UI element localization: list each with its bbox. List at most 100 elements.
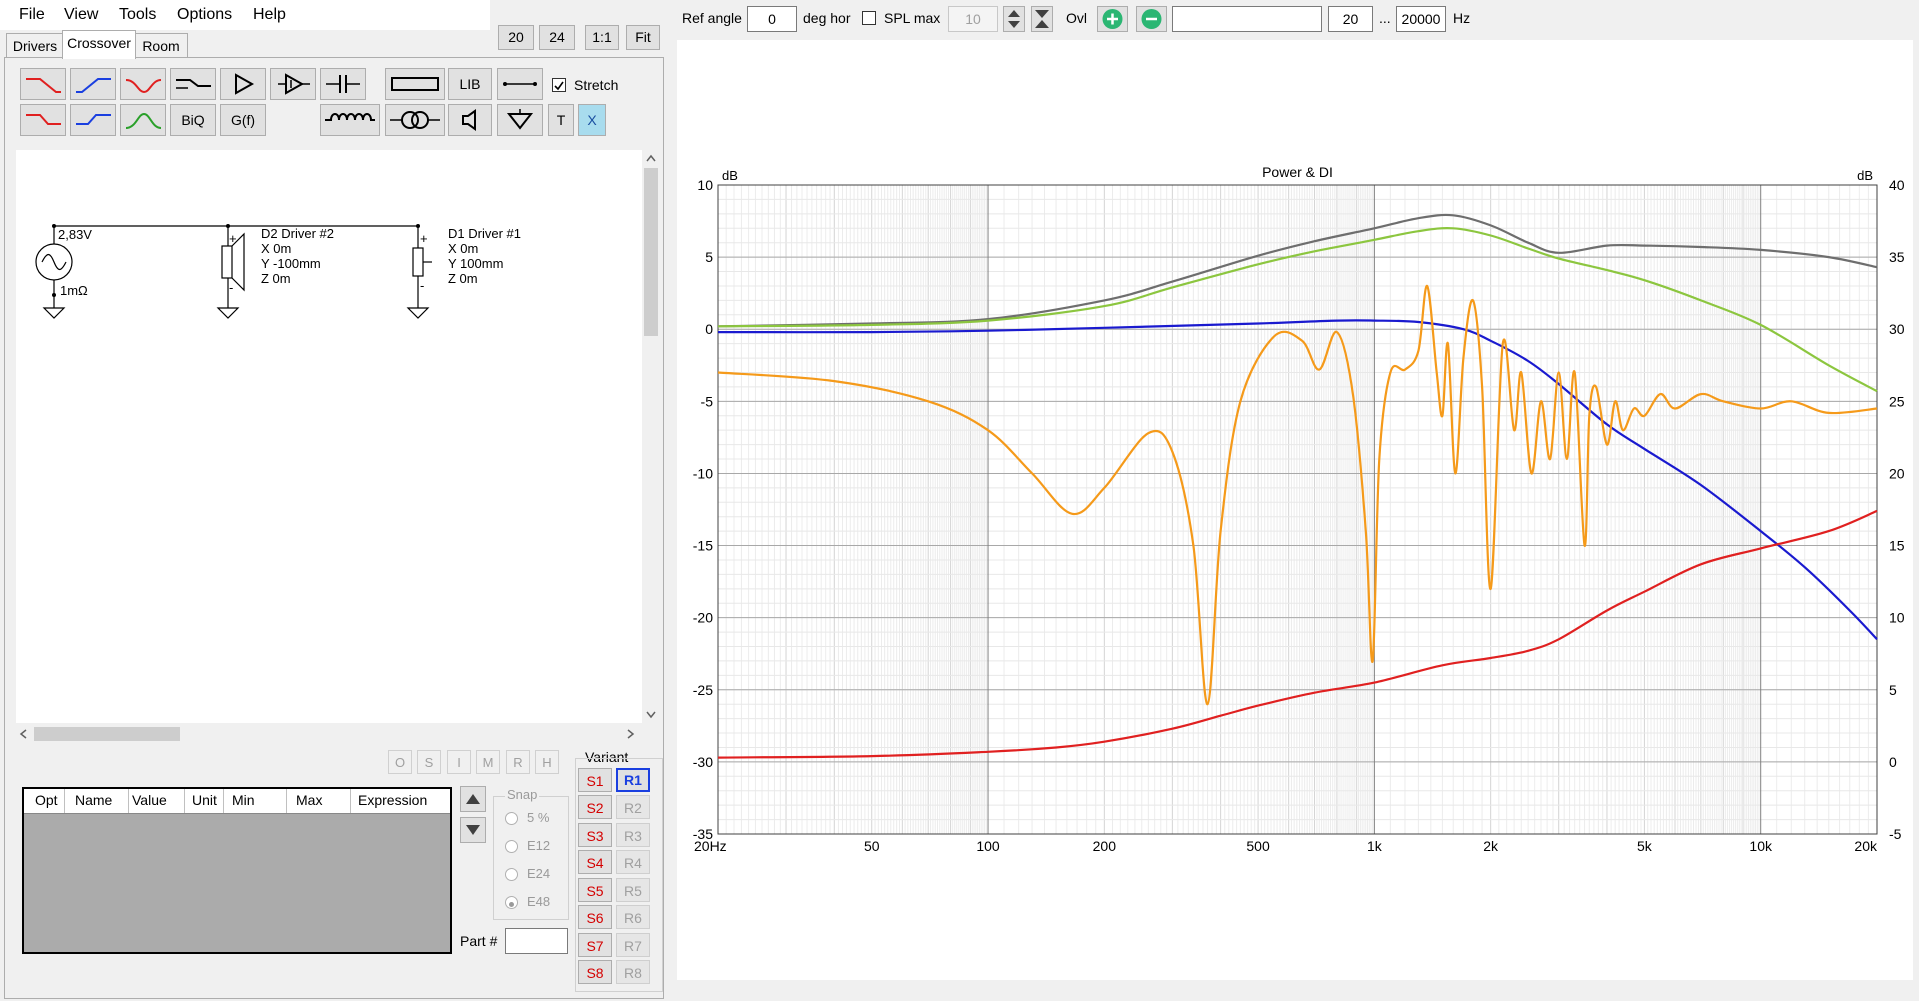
- move-up-button[interactable]: [460, 786, 486, 812]
- zoom-24-button[interactable]: 24: [539, 25, 575, 50]
- stretch-checkbox[interactable]: [552, 78, 566, 92]
- variant-s3[interactable]: S3: [578, 823, 612, 847]
- col-name[interactable]: Name: [75, 792, 112, 808]
- tab-drivers[interactable]: Drivers: [6, 33, 64, 58]
- tab-room[interactable]: Room: [134, 33, 188, 58]
- bandpass-button[interactable]: [120, 104, 166, 136]
- variant-r3[interactable]: R3: [616, 823, 650, 847]
- schematic-vertical-scrollbar[interactable]: [642, 150, 660, 723]
- menu-view[interactable]: View: [64, 6, 98, 24]
- overlay-name-input[interactable]: [1172, 6, 1322, 32]
- x-tick-label: 100: [976, 838, 1000, 854]
- snap-e24-radio[interactable]: [505, 868, 518, 881]
- snap-5pct-radio[interactable]: [505, 812, 518, 825]
- zoom-fit-button[interactable]: Fit: [626, 25, 660, 50]
- freq-min-input[interactable]: 20: [1328, 6, 1373, 32]
- highpass-filter-button[interactable]: [70, 68, 116, 100]
- zoom-20-button[interactable]: 20: [498, 25, 534, 50]
- y-tick-label: -5: [701, 393, 714, 409]
- variant-r5[interactable]: R5: [616, 878, 650, 902]
- freq-max-input[interactable]: 20000: [1396, 6, 1446, 32]
- text-button[interactable]: T: [548, 104, 574, 136]
- snap-e48-radio[interactable]: [505, 896, 518, 909]
- inductor-button[interactable]: [320, 104, 380, 136]
- variant-r6[interactable]: R6: [616, 905, 650, 929]
- delete-button[interactable]: X: [578, 104, 606, 136]
- y-tick-label: -20: [693, 610, 713, 626]
- tab-crossover[interactable]: Crossover: [62, 30, 136, 59]
- snap-e12-radio[interactable]: [505, 840, 518, 853]
- driver1-plus: +: [420, 231, 428, 246]
- driver1-label[interactable]: D1 Driver #1 X 0m Y 100mm Z 0m: [448, 226, 521, 286]
- peak-filter-button[interactable]: [120, 68, 166, 100]
- variant-r7[interactable]: R7: [616, 933, 650, 957]
- y2-tick-label: 35: [1889, 249, 1905, 265]
- driver2-label[interactable]: D2 Driver #2 X 0m Y -100mm Z 0m: [261, 226, 334, 286]
- overlay-add-button[interactable]: [1097, 6, 1128, 32]
- x-tick-label: 1k: [1367, 838, 1383, 854]
- spl-max-checkbox[interactable]: [862, 11, 876, 25]
- spl-expand-button[interactable]: [1031, 6, 1053, 32]
- menu-tools[interactable]: Tools: [119, 6, 156, 24]
- move-down-button[interactable]: [460, 817, 486, 843]
- amplifier-button[interactable]: [220, 68, 266, 100]
- col-min[interactable]: Min: [232, 792, 255, 808]
- zoom-1to1-button[interactable]: 1:1: [585, 25, 619, 50]
- variant-s6[interactable]: S6: [578, 905, 612, 929]
- opt-h-button[interactable]: H: [535, 750, 559, 774]
- variant-s1[interactable]: S1: [578, 768, 612, 792]
- capacitor-button[interactable]: [320, 68, 366, 100]
- driver1-symbol: [412, 247, 424, 277]
- col-expression[interactable]: Expression: [358, 792, 427, 808]
- variant-s2[interactable]: S2: [578, 795, 612, 819]
- variant-s8[interactable]: S8: [578, 960, 612, 984]
- parameters-table[interactable]: Opt Name Value Unit Min Max Expression: [22, 787, 452, 954]
- variant-r8[interactable]: R8: [616, 960, 650, 984]
- col-value[interactable]: Value: [132, 792, 167, 808]
- part-number-input[interactable]: [505, 928, 568, 954]
- buffer-button[interactable]: [270, 68, 316, 100]
- col-unit[interactable]: Unit: [192, 792, 217, 808]
- wire-button[interactable]: [497, 68, 543, 100]
- variant-r1[interactable]: R1: [616, 768, 650, 792]
- spl-spinner-button[interactable]: [1003, 6, 1025, 32]
- transfer-function-button[interactable]: G(f): [220, 104, 266, 136]
- lowpass-filter-button[interactable]: [20, 68, 66, 100]
- library-button[interactable]: LIB: [448, 68, 492, 100]
- variant-r2[interactable]: R2: [616, 795, 650, 819]
- biquad-button[interactable]: BiQ: [170, 104, 216, 136]
- menu-file[interactable]: File: [19, 6, 45, 24]
- ground-button[interactable]: [497, 104, 543, 136]
- ground-symbol-3: [406, 307, 430, 319]
- highpass-2-button[interactable]: [70, 104, 116, 136]
- schematic-horizontal-scrollbar[interactable]: [16, 725, 642, 743]
- graph-panel[interactable]: Power & DI dB dB 10 5 0 -5 -10 -15 -20 -25 -30 -35 40…: [677, 40, 1913, 980]
- overlay-remove-button[interactable]: [1136, 6, 1167, 32]
- variant-s5[interactable]: S5: [578, 878, 612, 902]
- spl-max-input[interactable]: 10: [948, 6, 998, 32]
- resistor-button[interactable]: [385, 68, 445, 100]
- col-opt[interactable]: Opt: [35, 792, 58, 808]
- schematic-canvas[interactable]: 2,83V 1mΩ + - + - D2 Driver #2 X 0m Y -1…: [16, 150, 644, 723]
- lowpass-2-button[interactable]: [20, 104, 66, 136]
- col-max[interactable]: Max: [296, 792, 322, 808]
- opt-o-button[interactable]: O: [388, 750, 412, 774]
- driver-button[interactable]: [448, 104, 492, 136]
- variant-r4[interactable]: R4: [616, 850, 650, 874]
- power-di-chart[interactable]: Power & DIdB dB1050-5-10-15-20-25-30-3540…: [677, 40, 1913, 980]
- expand-arrows-icon: [1035, 10, 1049, 28]
- opt-r-button[interactable]: R: [506, 750, 530, 774]
- shelf-filter-button[interactable]: [170, 68, 216, 100]
- transformer-button[interactable]: [385, 104, 445, 136]
- menu-help[interactable]: Help: [253, 6, 286, 24]
- variant-s7[interactable]: S7: [578, 933, 612, 957]
- triangle-down-icon: [466, 825, 480, 835]
- opt-s-button[interactable]: S: [417, 750, 441, 774]
- opt-m-button[interactable]: M: [476, 750, 500, 774]
- variant-s4[interactable]: S4: [578, 850, 612, 874]
- ref-angle-input[interactable]: 0: [747, 6, 797, 32]
- freq-unit-label: Hz: [1453, 10, 1471, 26]
- y2-axis-label: dB: [1857, 168, 1873, 183]
- opt-i-button[interactable]: I: [447, 750, 471, 774]
- menu-options[interactable]: Options: [177, 6, 232, 24]
